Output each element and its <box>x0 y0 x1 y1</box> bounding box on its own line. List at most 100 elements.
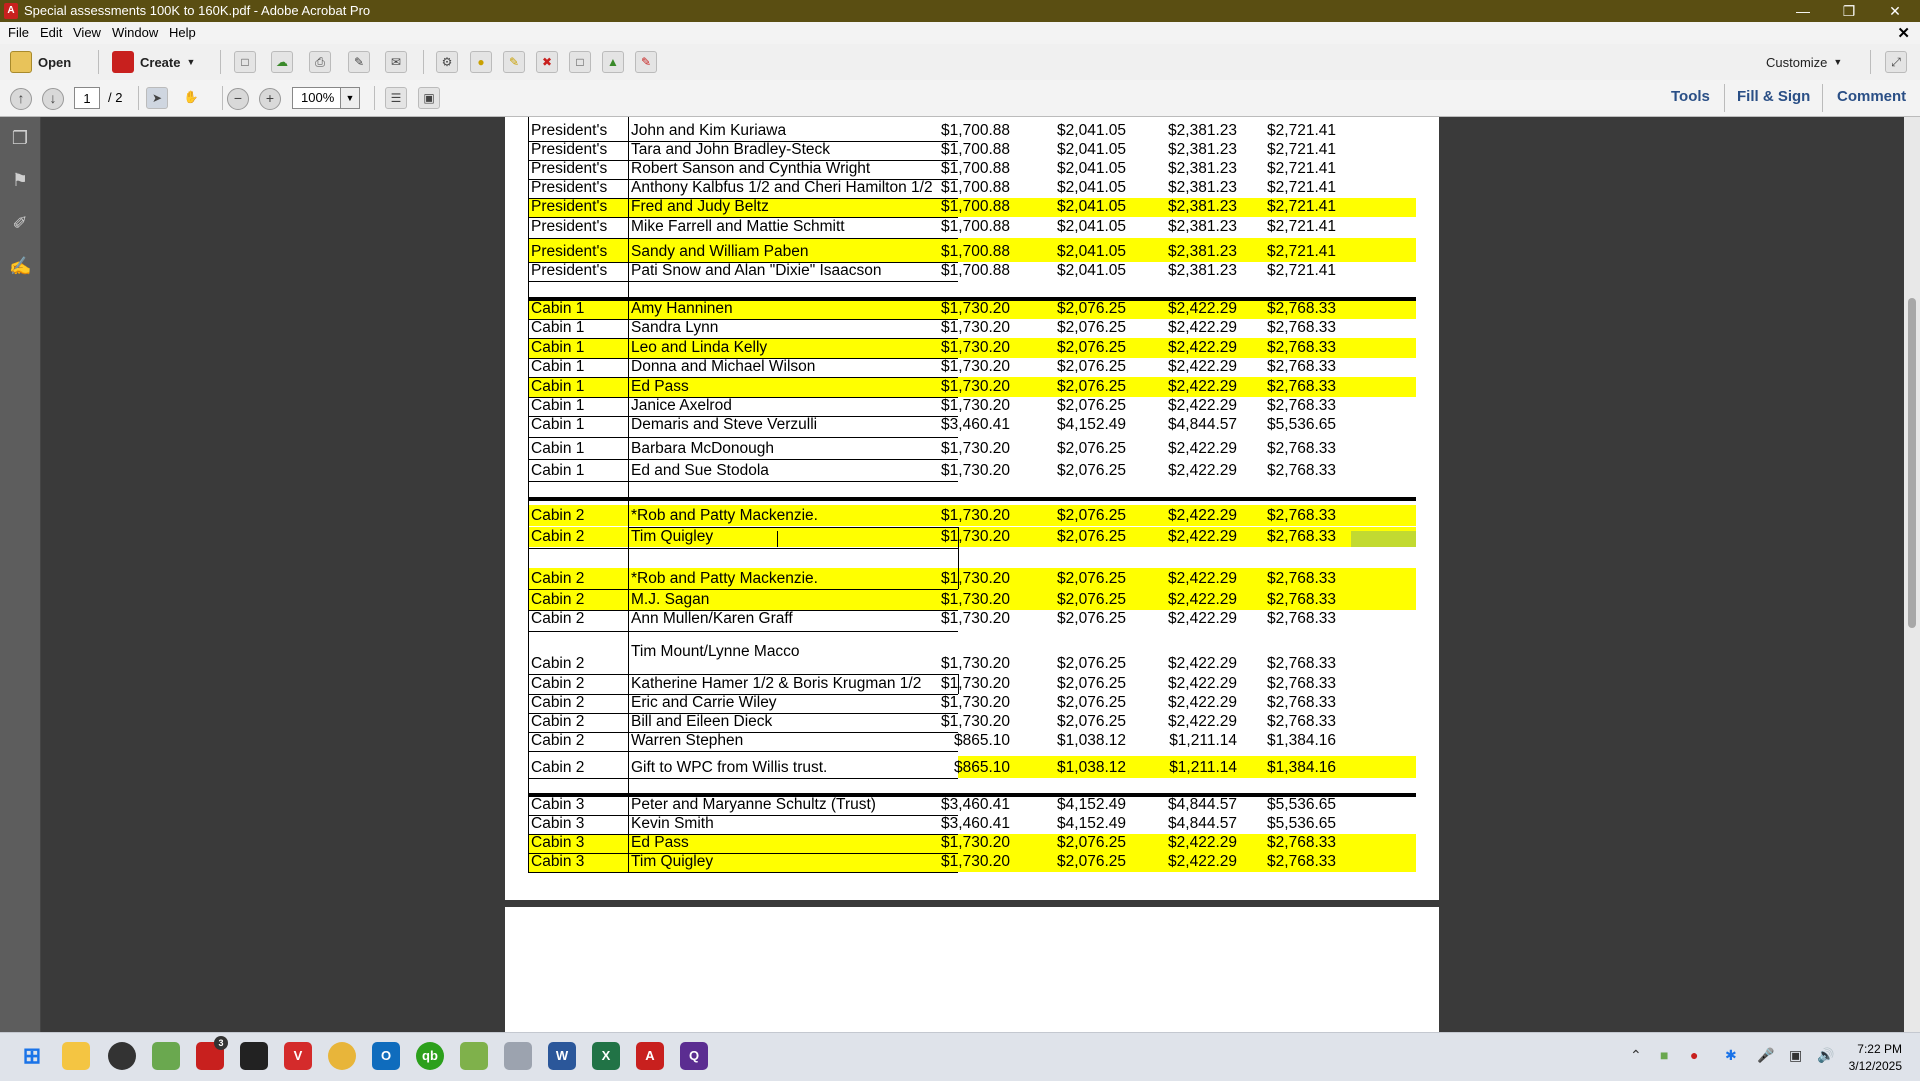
hand-tool-icon[interactable]: ✋ <box>180 87 202 109</box>
menu-view[interactable]: View <box>73 25 101 40</box>
highlight-icon[interactable]: ✎ <box>503 51 525 73</box>
tray-app-icon[interactable]: ■ <box>1660 1047 1668 1063</box>
menu-file[interactable]: File <box>8 25 29 40</box>
amount-cell: $2,076.25 <box>1057 300 1126 317</box>
name-cell: Fred and Judy Beltz <box>631 198 769 215</box>
network-icon[interactable]: ▣ <box>1789 1047 1802 1064</box>
mail-app-icon[interactable]: 3 <box>196 1036 228 1070</box>
app-icon[interactable]: Q <box>680 1042 708 1070</box>
category-cell: Cabin 2 <box>531 675 585 692</box>
microphone-icon[interactable]: 🎤 <box>1757 1047 1774 1064</box>
zoom-in-icon[interactable]: + <box>259 88 281 110</box>
signatures-icon[interactable]: ✍ <box>9 255 31 277</box>
app-icon[interactable] <box>504 1042 532 1070</box>
print-icon[interactable]: ⎙ <box>309 51 331 73</box>
fill-sign-pane-link[interactable]: Fill & Sign <box>1737 88 1810 105</box>
quickbooks-icon[interactable]: qb <box>416 1042 444 1070</box>
app-icon[interactable] <box>240 1042 268 1070</box>
fit-page-icon[interactable]: ☰ <box>385 87 407 109</box>
customize-button[interactable]: Customize ▼ <box>1766 49 1842 75</box>
attachments-icon[interactable]: ✐ <box>9 212 31 234</box>
menu-edit[interactable]: Edit <box>40 25 62 40</box>
outlook-icon[interactable]: O <box>372 1042 400 1070</box>
app-icon[interactable] <box>152 1042 180 1070</box>
menu-window[interactable]: Window <box>112 25 158 40</box>
chrome-icon[interactable] <box>108 1042 136 1070</box>
redact-icon[interactable]: ✎ <box>635 51 657 73</box>
gear-icon[interactable]: ⚙ <box>436 51 458 73</box>
chevron-down-icon: ▼ <box>186 57 196 67</box>
insert-page-icon[interactable]: ▲ <box>602 51 624 73</box>
row-divider <box>528 589 958 590</box>
amount-cell: $2,076.25 <box>1057 655 1126 672</box>
toolbar-separator <box>374 86 375 110</box>
amount-cell: $2,381.23 <box>1168 122 1237 139</box>
amount-cell: $2,076.25 <box>1057 834 1126 851</box>
comment-pane-link[interactable]: Comment <box>1837 88 1906 105</box>
edit-icon[interactable]: ✎ <box>348 51 370 73</box>
customize-label: Customize <box>1766 54 1828 70</box>
expand-icon[interactable]: ⤢ <box>1885 51 1907 73</box>
name-cell: Warren Stephen <box>631 732 744 749</box>
word-icon[interactable]: W <box>548 1042 576 1070</box>
zoom-out-icon[interactable]: − <box>227 88 249 110</box>
name-cell: Mike Farrell and Mattie Schmitt <box>631 218 845 235</box>
category-cell: Cabin 2 <box>531 610 585 627</box>
excel-icon[interactable]: X <box>592 1042 620 1070</box>
windows-start-icon[interactable]: ⊞ <box>18 1042 46 1070</box>
amount-cell: $2,041.05 <box>1057 198 1126 215</box>
amount-cell: $1,038.12 <box>1057 759 1126 776</box>
delete-page-icon[interactable]: ✖ <box>536 51 558 73</box>
category-cell: Cabin 2 <box>531 713 585 730</box>
file-explorer-icon[interactable] <box>62 1042 90 1070</box>
page-number-input[interactable]: 1 <box>74 87 100 109</box>
bluetooth-icon[interactable]: ✱ <box>1725 1047 1737 1064</box>
toolbar-separator <box>220 50 221 74</box>
chrome-browser-icon[interactable] <box>328 1042 356 1070</box>
extract-page-icon[interactable]: □ <box>569 51 591 73</box>
comment-bubble-icon[interactable]: ● <box>470 51 492 73</box>
row-divider <box>528 338 958 339</box>
minimize-button[interactable]: — <box>1780 0 1826 22</box>
fit-width-icon[interactable]: ▣ <box>418 87 440 109</box>
chevron-down-icon[interactable]: ▼ <box>340 87 360 109</box>
amount-cell: $1,038.12 <box>1057 732 1126 749</box>
amount-cell: $1,730.20 <box>941 507 1010 524</box>
close-button[interactable]: ✕ <box>1872 0 1918 22</box>
amount-cell: $2,076.25 <box>1057 440 1126 457</box>
select-cursor-icon[interactable]: ➤ <box>146 87 168 109</box>
vivaldi-icon[interactable]: V <box>284 1042 312 1070</box>
amount-cell: $2,422.29 <box>1168 507 1237 524</box>
app-icon[interactable] <box>460 1042 488 1070</box>
amount-cell: $2,721.41 <box>1267 243 1336 260</box>
scrollbar-thumb[interactable] <box>1908 298 1916 628</box>
menu-help[interactable]: Help <box>169 25 196 40</box>
tray-app-icon[interactable]: ● <box>1690 1047 1698 1063</box>
volume-icon[interactable]: 🔊 <box>1817 1047 1834 1064</box>
acrobat-taskbar-icon[interactable]: A <box>636 1042 664 1070</box>
amount-cell: $1,730.20 <box>941 853 1010 870</box>
create-button[interactable]: Create ▼ <box>112 49 195 75</box>
table-row: President's Mike Farrell and Mattie Schmi… <box>528 217 1416 237</box>
row-divider <box>528 217 958 218</box>
page-thumbnails-icon[interactable]: ❐ <box>9 127 31 149</box>
table-row: President's Sandy and William Paben $1,700… <box>528 238 1416 262</box>
clock[interactable]: 7:22 PM 3/12/2025 <box>1849 1041 1902 1075</box>
upload-cloud-icon[interactable]: ☁ <box>271 51 293 73</box>
name-cell: Katherine Hamer 1/2 & Boris Krugman 1/2 <box>631 675 922 692</box>
open-button[interactable]: Open <box>10 49 71 75</box>
close-document-icon[interactable]: ✕ <box>1897 24 1910 42</box>
tools-pane-link[interactable]: Tools <box>1671 88 1710 105</box>
bookmarks-icon[interactable]: ⚑ <box>9 169 31 191</box>
table-row: Cabin 1 Leo and Linda Kelly $1,730.20 $2,07… <box>528 338 1416 358</box>
email-icon[interactable]: ✉ <box>385 51 407 73</box>
amount-cell: $5,536.65 <box>1267 815 1336 832</box>
table-row: Cabin 1 Barbara McDonough $1,730.20 $2,076.… <box>528 437 1416 459</box>
previous-page-icon[interactable]: ↑ <box>10 88 32 110</box>
amount-cell: $1,730.20 <box>941 378 1010 395</box>
next-page-icon[interactable]: ↓ <box>42 88 64 110</box>
amount-cell: $1,730.20 <box>941 610 1010 627</box>
chevron-up-icon[interactable]: ⌃ <box>1630 1047 1642 1064</box>
save-icon[interactable]: □ <box>234 51 256 73</box>
maximize-button[interactable]: ❐ <box>1826 0 1872 22</box>
